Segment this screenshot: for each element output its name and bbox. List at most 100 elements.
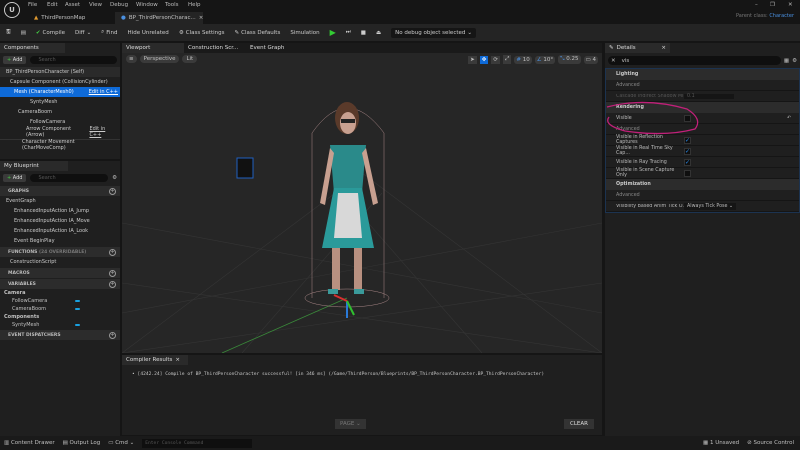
tree-syntymesh[interactable]: SyntyMesh	[0, 97, 120, 107]
simulation-button[interactable]: Simulation	[290, 30, 319, 36]
rotation-snap-button[interactable]: ∠ 10°	[534, 55, 556, 64]
source-control-button[interactable]: ⊘ Source Control	[747, 440, 800, 446]
category-optimization[interactable]: Optimization	[606, 179, 799, 190]
add-graph-icon[interactable]: +	[109, 187, 116, 195]
unreal-logo-icon[interactable]: U	[4, 2, 20, 18]
grid-snap-button[interactable]: # 10	[514, 55, 532, 64]
add-variable-icon[interactable]: +	[109, 280, 116, 288]
event-item[interactable]: EnhancedInputAction IA_Move	[0, 216, 120, 226]
event-item[interactable]: EnhancedInputAction IA_Jump	[0, 206, 120, 216]
stop-icon[interactable]: ■	[361, 30, 366, 36]
components-tab[interactable]: Components	[0, 43, 65, 53]
gear-icon[interactable]: ⚙	[112, 175, 117, 181]
section-event-dispatchers[interactable]: EVENT DISPATCHERS +	[0, 330, 120, 340]
section-macros[interactable]: MACROS +	[0, 268, 120, 278]
variable-item[interactable]: FollowCamera	[0, 297, 120, 305]
play-icon[interactable]: ▶	[330, 28, 336, 37]
move-icon[interactable]: ✥	[479, 55, 489, 64]
clear-search-icon[interactable]: ✕	[611, 58, 616, 64]
menu-window[interactable]: Window	[136, 2, 158, 8]
select-icon[interactable]: ➤	[468, 55, 477, 64]
compile-button[interactable]: ✔ Compile	[36, 30, 65, 36]
var-group-camera[interactable]: Camera	[0, 289, 120, 297]
add-function-icon[interactable]: +	[109, 248, 116, 256]
construction-script-item[interactable]: ConstructionScript	[0, 257, 120, 267]
content-drawer-button[interactable]: ▥ Content Drawer	[4, 440, 55, 446]
add-dispatcher-icon[interactable]: +	[109, 331, 116, 339]
event-graph-item[interactable]: EventGraph	[0, 196, 120, 206]
section-functions[interactable]: FUNCTIONS (24 OVERRIDABLE) +	[0, 247, 120, 257]
tree-arrow[interactable]: Arrow Component (Arrow) Edit in C++	[0, 126, 120, 138]
add-member-button[interactable]: + Add	[3, 174, 27, 182]
console-input[interactable]: Enter Console Command	[142, 438, 253, 448]
variable-item[interactable]: SyntyMesh	[0, 321, 120, 329]
event-item[interactable]: Event BeginPlay	[0, 236, 120, 246]
scale-icon[interactable]: ⤢	[502, 55, 512, 64]
close-icon[interactable]: ×	[175, 357, 180, 363]
menu-tools[interactable]: Tools	[165, 2, 179, 8]
tree-self[interactable]: BP_ThirdPersonCharacter (Self)	[0, 67, 120, 77]
unsaved-button[interactable]: ▦ 1 Unsaved	[703, 440, 739, 446]
class-settings-button[interactable]: ⚙ Class Settings	[179, 30, 225, 36]
find-button[interactable]: ⌕ Find	[101, 29, 117, 36]
sky-capture-checkbox[interactable]: ✓	[684, 147, 691, 155]
menu-asset[interactable]: Asset	[65, 2, 80, 8]
tab-construction-script[interactable]: Construction Scr...	[184, 43, 246, 53]
tree-movement[interactable]: Character Movement (CharMoveComp)	[0, 139, 120, 151]
details-search-input[interactable]: ✕ vis	[608, 56, 781, 65]
edit-cpp-link[interactable]: Edit in C++	[89, 126, 118, 138]
shadow-value-input[interactable]: 0.1	[684, 93, 734, 99]
tab-event-graph[interactable]: Event Graph	[246, 43, 288, 53]
lit-button[interactable]: Lit	[182, 55, 198, 63]
tree-cameraboom[interactable]: CameraBoom	[0, 107, 120, 117]
output-log-button[interactable]: ▤ Output Log	[63, 440, 101, 446]
section-graphs[interactable]: GRAPHS +	[0, 186, 120, 196]
scene-capture-checkbox[interactable]	[684, 169, 691, 177]
my-blueprint-tab[interactable]: My Blueprint	[0, 161, 68, 171]
perspective-button[interactable]: Perspective	[139, 55, 180, 63]
optimization-advanced[interactable]: Advanced	[606, 190, 799, 201]
camera-speed-button[interactable]: ▭ 4	[583, 55, 598, 64]
tree-capsule[interactable]: Capsule Component (CollisionCylinder)	[0, 77, 120, 87]
tree-mesh[interactable]: Mesh (CharacterMesh0) Edit in C++	[0, 87, 120, 97]
scale-snap-button[interactable]: ⤡ 0.25	[558, 55, 581, 64]
components-search-input[interactable]: Search	[30, 56, 117, 64]
menu-debug[interactable]: Debug	[110, 2, 128, 8]
clear-button[interactable]: CLEAR	[564, 419, 594, 429]
rotate-icon[interactable]: ⟳	[491, 55, 500, 64]
parent-class-link[interactable]: Character	[769, 13, 794, 19]
settings-icon[interactable]: ⚙	[792, 58, 797, 64]
minimize-icon[interactable]: –	[755, 2, 758, 8]
tab-bp-character[interactable]: ● BP_ThirdPersonCharac... ×	[115, 12, 203, 24]
menu-help[interactable]: Help	[188, 2, 201, 8]
reset-icon[interactable]: ↶	[787, 116, 791, 121]
event-item[interactable]: EnhancedInputAction IA_Look	[0, 226, 120, 236]
hide-unrelated-button[interactable]: Hide Unrelated	[128, 30, 169, 36]
eject-icon[interactable]: ⏏	[376, 30, 381, 36]
compiler-results-tab[interactable]: Compiler Results ×	[122, 355, 188, 365]
maximize-icon[interactable]: ❐	[770, 2, 775, 8]
save-icon[interactable]: 🖫	[6, 28, 11, 37]
close-icon[interactable]: ×	[199, 15, 204, 21]
class-defaults-button[interactable]: ✎ Class Defaults	[235, 30, 281, 36]
browse-icon[interactable]: ▤	[21, 30, 26, 36]
close-icon[interactable]: ×	[661, 45, 666, 51]
viewport[interactable]: ≡ Perspective Lit ➤ ✥ ⟳ ⤢ # 10 ∠ 10° ⤡ 0…	[122, 53, 602, 353]
edit-cpp-link[interactable]: Edit in C++	[89, 89, 118, 95]
diff-button[interactable]: Diff ⌄	[75, 30, 91, 36]
close-window-icon[interactable]: ✕	[788, 2, 793, 8]
blueprint-search-input[interactable]: Search	[30, 174, 109, 182]
page-button[interactable]: PAGE ⌄	[335, 419, 366, 429]
section-variables[interactable]: VARIABLES +	[0, 279, 120, 289]
var-group-components[interactable]: Components	[0, 313, 120, 321]
details-tab[interactable]: ✎ Details ×	[605, 43, 670, 53]
debug-object-dropdown[interactable]: No debug object selected ⌄	[391, 27, 476, 38]
cmd-dropdown[interactable]: ▭ Cmd ⌄	[108, 440, 134, 446]
menu-view[interactable]: View	[89, 2, 102, 8]
category-lighting[interactable]: Lighting	[606, 69, 799, 80]
tab-viewport[interactable]: Viewport	[122, 43, 184, 53]
step-icon[interactable]: ⏭	[346, 29, 351, 36]
table-view-icon[interactable]: ▦	[784, 58, 789, 64]
variable-item[interactable]: CameraBoom	[0, 305, 120, 313]
menu-icon[interactable]: ≡	[126, 55, 137, 63]
